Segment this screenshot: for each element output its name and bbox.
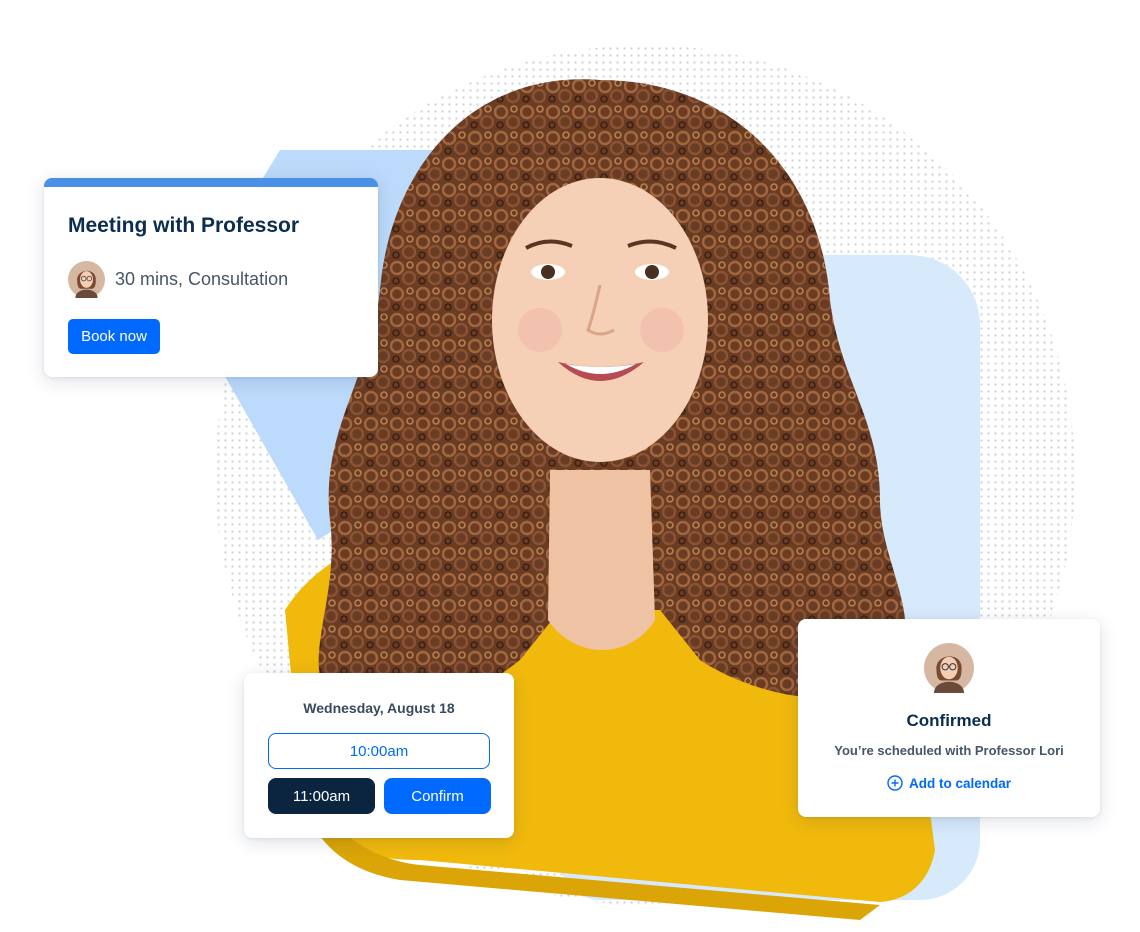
professor-avatar — [924, 643, 974, 693]
confirmation-card: Confirmed You’re scheduled with Professo… — [798, 619, 1100, 817]
add-to-calendar-label: Add to calendar — [908, 776, 1011, 791]
meeting-title: Meeting with Professor — [68, 214, 300, 237]
plus-circle-icon — [887, 775, 903, 791]
confirmed-title: Confirmed — [906, 711, 992, 730]
book-now-button[interactable]: Book now — [68, 319, 160, 354]
professor-avatar — [68, 261, 105, 298]
time-selection-card: Wednesday, August 18 10:00am 11:00am Con… — [244, 673, 514, 838]
card-accent-bar — [44, 178, 378, 187]
meeting-card: Meeting with Professor 30 mins, Consulta… — [44, 178, 378, 377]
confirmed-message: You’re scheduled with Professor Lori — [834, 743, 1064, 758]
selected-date: Wednesday, August 18 — [303, 700, 455, 716]
time-slot-11am[interactable]: 11:00am — [268, 778, 375, 814]
confirm-button[interactable]: Confirm — [384, 778, 491, 814]
meeting-details: 30 mins, Consultation — [115, 269, 289, 289]
time-slot-10am[interactable]: 10:00am — [268, 733, 490, 769]
add-to-calendar-link[interactable]: Add to calendar — [798, 775, 1100, 791]
